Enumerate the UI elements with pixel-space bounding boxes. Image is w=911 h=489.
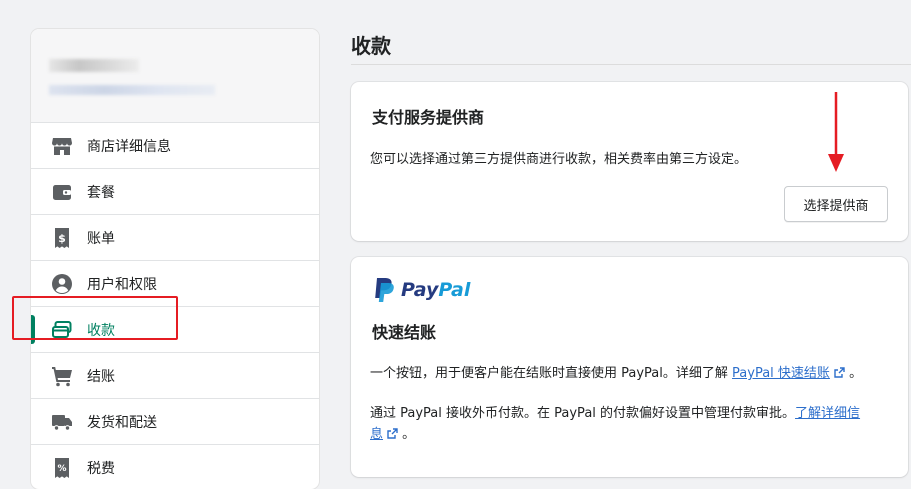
paypal-icon (375, 278, 394, 302)
svg-text:%: % (57, 464, 66, 474)
paypal-description-1: 一个按钮，用于便客户能在结账时直接使用 PayPal。详细了解 PayPal 快… (370, 366, 863, 381)
svg-text:$: $ (58, 232, 66, 245)
sidebar-item-label: 用户和权限 (87, 276, 157, 293)
external-link-icon (834, 367, 845, 378)
card-heading: 支付服务提供商 (372, 108, 485, 127)
choose-provider-button[interactable]: 选择提供商 (784, 186, 888, 222)
payment-providers-card: 支付服务提供商 您可以选择通过第三方提供商进行收款，相关费率由第三方设定。 选择… (351, 82, 908, 241)
blurred-shop-name (49, 59, 139, 72)
external-link-icon (387, 428, 398, 439)
learn-more-link-cont[interactable]: 息 (370, 427, 383, 442)
card-heading: 快速结账 (372, 323, 437, 342)
shop-header[interactable] (31, 29, 319, 123)
settings-sidebar: 商店详细信息 套餐 $ 账单 用户和权限 收款 结账 发货和配送 % 税费 (31, 29, 319, 489)
title-divider (351, 64, 911, 65)
paypal-wordmark: PayPal (401, 279, 471, 301)
user-icon (52, 274, 72, 294)
blurred-shop-url (49, 85, 215, 95)
card-description: 您可以选择通过第三方提供商进行收款，相关费率由第三方设定。 (370, 152, 748, 167)
sidebar-item-label: 账单 (87, 230, 115, 247)
sidebar-item-label: 结账 (87, 368, 115, 385)
sidebar-item-taxes[interactable]: % 税费 (31, 445, 319, 489)
paypal-express-link[interactable]: PayPal 快速结账 (732, 366, 830, 381)
sidebar-item-label: 发货和配送 (87, 414, 157, 431)
sidebar-item-store-details[interactable]: 商店详细信息 (31, 123, 319, 169)
page-title: 收款 (351, 34, 391, 58)
paypal-logo: PayPal (373, 277, 470, 303)
store-icon (52, 138, 72, 155)
annotation-arrow-icon (828, 92, 844, 172)
sidebar-item-plan[interactable]: 套餐 (31, 169, 319, 215)
sidebar-item-label: 税费 (87, 460, 115, 477)
sidebar-item-label: 商店详细信息 (87, 138, 171, 155)
sidebar-item-checkout[interactable]: 结账 (31, 353, 319, 399)
learn-more-link[interactable]: 了解详细信 (795, 406, 860, 421)
sidebar-item-billing[interactable]: $ 账单 (31, 215, 319, 261)
sidebar-item-label: 套餐 (87, 184, 115, 201)
bill-icon: $ (55, 228, 69, 248)
cart-icon (52, 367, 72, 387)
truck-icon (52, 415, 72, 431)
tax-icon: % (55, 458, 69, 478)
paypal-card: PayPal 快速结账 一个按钮，用于便客户能在结账时直接使用 PayPal。详… (351, 257, 908, 477)
sidebar-item-shipping[interactable]: 发货和配送 (31, 399, 319, 445)
paypal-description-2-cont: 息 。 (370, 427, 416, 442)
paypal-description-2: 通过 PayPal 接收外币付款。在 PayPal 的付款偏好设置中管理付款审批… (370, 406, 861, 421)
wallet-icon (53, 185, 71, 200)
annotation-highlight-box (12, 296, 178, 340)
